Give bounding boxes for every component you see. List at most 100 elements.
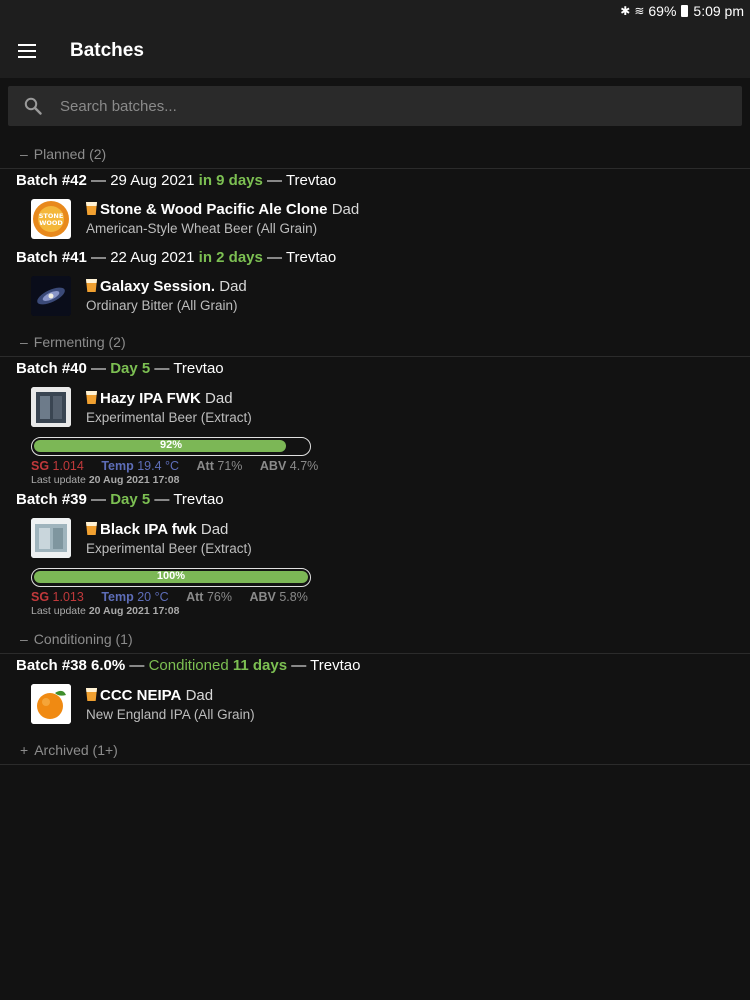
search-input[interactable] xyxy=(60,92,720,120)
batch-title[interactable]: Batch #38 6.0% — Conditioned 11 days — T… xyxy=(16,657,360,674)
group-label: Fermenting (2) xyxy=(33,334,126,350)
recipe-title: Galaxy Session. xyxy=(100,278,216,295)
recipe-name[interactable]: CCC NEIPA Dad xyxy=(86,687,213,704)
orange-image xyxy=(31,684,71,724)
battery-icon xyxy=(681,5,689,17)
group-header-archived[interactable]: + Archived (1+) xyxy=(0,735,750,765)
sg-value: 1.014 xyxy=(52,459,84,473)
att-label: Att xyxy=(196,459,214,473)
batch-brewer: Trevtao xyxy=(173,491,224,508)
separator: — xyxy=(154,491,170,508)
galaxy-image xyxy=(31,276,71,316)
batch-status: Day 5 xyxy=(110,491,151,508)
recipe-image[interactable] xyxy=(31,276,71,316)
recipe-style: American-Style Wheat Beer (All Grain) xyxy=(86,221,318,236)
recipe-owner: Dad xyxy=(185,687,214,704)
batch-number: Batch #39 xyxy=(16,491,87,508)
abv-value: 4.7% xyxy=(289,459,319,473)
bluetooth-icon: ✱ xyxy=(620,4,631,18)
batch-brewer: Trevtao xyxy=(173,360,224,377)
batch-title[interactable]: Batch #42 — 29 Aug 2021 in 9 days — Trev… xyxy=(16,172,336,189)
collapse-icon: – xyxy=(20,146,28,162)
batch-number: Batch #40 xyxy=(16,360,87,377)
batch-brewer: Trevtao xyxy=(285,249,337,266)
sg-label: SG xyxy=(31,459,50,473)
hamburger-menu-icon[interactable] xyxy=(16,39,40,63)
group-label: Planned (2) xyxy=(33,146,107,162)
collapse-icon: – xyxy=(20,631,28,647)
search-bar xyxy=(8,86,742,126)
app-bar: Batches xyxy=(0,24,750,78)
batch-number: Batch #38 xyxy=(16,657,87,674)
batch-number: Batch #42 xyxy=(16,172,87,189)
beer-glass-icon xyxy=(86,202,97,215)
recipe-owner: Dad xyxy=(331,201,360,218)
batch-status-prefix: Conditioned xyxy=(148,657,229,674)
search-icon[interactable] xyxy=(24,97,42,115)
recipe-name[interactable]: Black IPA fwk Dad xyxy=(86,521,228,538)
group-label: Conditioning (1) xyxy=(33,631,133,647)
att-value: 71% xyxy=(217,459,243,473)
recipe-style: Experimental Beer (Extract) xyxy=(86,410,252,425)
fermentation-progress-bar: 92% xyxy=(31,437,311,456)
abv-label: ABV xyxy=(249,590,276,604)
beer-glass-icon xyxy=(86,522,97,535)
page-title: Batches xyxy=(70,40,144,61)
group-header-conditioning[interactable]: – Conditioning (1) xyxy=(0,624,750,654)
recipe-name[interactable]: Hazy IPA FWK Dad xyxy=(86,390,233,407)
batch-status: Day 5 xyxy=(110,360,151,377)
batch-brewer: Trevtao xyxy=(285,172,337,189)
recipe-image[interactable]: STONE WOOD xyxy=(31,199,71,239)
temp-value: 20 °C xyxy=(137,590,169,604)
logo-text-wood: WOOD xyxy=(39,219,63,227)
last-update-time: 20 Aug 2021 17:08 xyxy=(88,474,180,486)
batch-title[interactable]: Batch #39 — Day 5 — Trevtao xyxy=(16,491,224,508)
batch-abv: 6.0% xyxy=(91,657,126,674)
att-value: 76% xyxy=(206,590,232,604)
recipe-title: Black IPA fwk xyxy=(100,521,197,538)
recipe-style: Experimental Beer (Extract) xyxy=(86,541,252,556)
recipe-image[interactable] xyxy=(31,518,71,558)
fermenter-photo xyxy=(31,387,71,427)
battery-percent: 69% xyxy=(648,3,677,19)
att-label: Att xyxy=(186,590,204,604)
temp-value: 19.4 °C xyxy=(137,459,180,473)
abv-label: ABV xyxy=(259,459,287,473)
batch-title[interactable]: Batch #41 — 22 Aug 2021 in 2 days — Trev… xyxy=(16,249,336,266)
progress-label: 100% xyxy=(156,570,186,582)
temp-label: Temp xyxy=(101,459,134,473)
status-bar: ✱ ≋ 69% 5:09 pm xyxy=(0,0,750,24)
recipe-image[interactable] xyxy=(31,684,71,724)
recipe-name[interactable]: Stone & Wood Pacific Ale Clone Dad xyxy=(86,201,359,218)
recipe-image[interactable] xyxy=(31,387,71,427)
recipe-title: Hazy IPA FWK xyxy=(100,390,201,407)
last-update-label: Last update xyxy=(31,474,86,486)
progress-label: 92% xyxy=(159,439,183,451)
expand-icon: + xyxy=(20,742,29,758)
last-update: Last update 20 Aug 2021 17:08 xyxy=(31,605,179,617)
recipe-title: Stone & Wood Pacific Ale Clone xyxy=(100,201,328,218)
batch-date: 29 Aug 2021 xyxy=(110,172,195,189)
recipe-name[interactable]: Galaxy Session. Dad xyxy=(86,278,247,295)
batch-date: 22 Aug 2021 xyxy=(110,249,195,266)
group-header-fermenting[interactable]: – Fermenting (2) xyxy=(0,327,750,357)
recipe-style: New England IPA (All Grain) xyxy=(86,707,255,722)
sg-value: 1.013 xyxy=(52,590,84,604)
batch-brewer: Trevtao xyxy=(310,657,361,674)
batch-status: in 9 days xyxy=(198,172,263,189)
beer-glass-icon xyxy=(86,279,97,292)
last-update: Last update 20 Aug 2021 17:08 xyxy=(31,474,179,486)
batch-status: 11 days xyxy=(232,657,288,674)
fermenter-photo xyxy=(31,518,71,558)
group-header-planned[interactable]: – Planned (2) xyxy=(0,139,750,169)
separator: — xyxy=(129,657,145,674)
batch-title[interactable]: Batch #40 — Day 5 — Trevtao xyxy=(16,360,224,377)
separator: — xyxy=(91,172,107,189)
fermentation-progress-bar: 100% xyxy=(31,568,311,587)
clock: 5:09 pm xyxy=(693,3,744,19)
separator: — xyxy=(91,360,107,377)
collapse-icon: – xyxy=(20,334,28,350)
separator: — xyxy=(267,249,283,266)
recipe-owner: Dad xyxy=(219,278,247,295)
sg-label: SG xyxy=(31,590,50,604)
